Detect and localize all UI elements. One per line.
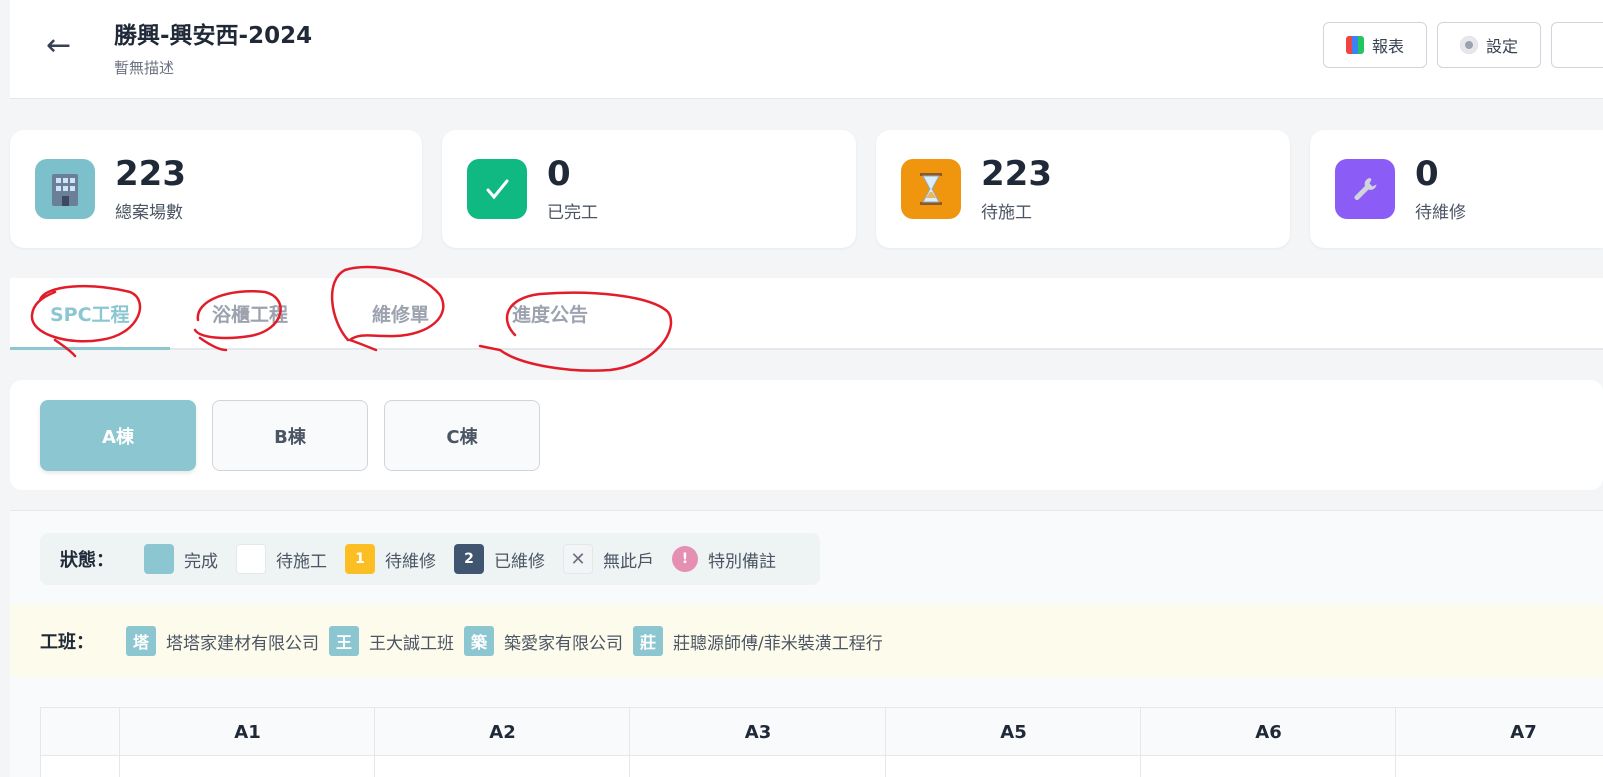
tab-progress-notice[interactable]: 進度公告 (512, 300, 588, 327)
stat-label: 待施工 (981, 203, 1032, 223)
check-icon (467, 159, 527, 219)
gear-icon (1459, 36, 1478, 54)
grid-column-header[interactable]: A7 (1396, 708, 1603, 756)
report-button-label: 報表 (1371, 37, 1404, 56)
grid-column-header[interactable]: A5 (886, 708, 1141, 756)
grid-corner-cell (41, 708, 120, 777)
page-subtitle: 暫無描述 (114, 59, 175, 77)
legend-swatch-note: ! (672, 546, 698, 572)
report-button[interactable]: 報表 (1323, 22, 1427, 68)
stat-card-pending: 223 待施工 (876, 130, 1290, 248)
building-b-button[interactable]: B棟 (212, 400, 368, 471)
building-c-button[interactable]: C棟 (384, 400, 540, 471)
legend-swatch-repair: 1 (345, 544, 375, 574)
grid-column-header[interactable]: A3 (630, 708, 886, 756)
stat-value: 223 (115, 154, 186, 194)
stat-value: 0 (547, 154, 571, 194)
legend-label: 待施工 (276, 551, 327, 572)
unit-grid: A1 A2 A3 A5 A6 A7 (40, 707, 1603, 777)
report-icon (1345, 36, 1364, 54)
page-header: ← 勝興-興安西-2024 暫無描述 報表 設定 (10, 0, 1603, 99)
stat-value: 0 (1415, 154, 1439, 194)
building-a-button[interactable]: A棟 (40, 400, 196, 471)
legend-label: 特別備註 (708, 551, 776, 572)
stat-value: 223 (981, 154, 1052, 194)
teams-title: 工班： (40, 632, 94, 653)
legend-title: 狀態： (60, 550, 114, 571)
stat-label: 待維修 (1415, 203, 1466, 223)
wrench-icon (1335, 159, 1395, 219)
team-name: 王大誠工班 (369, 633, 454, 654)
status-legend: 狀態： 完成 待施工 1 待維修 2 已維修 ✕ 無此戶 ! 特別備註 (40, 533, 820, 585)
building-icon (35, 159, 95, 219)
team-badge: 築 (464, 626, 494, 656)
grid-column-header[interactable]: A2 (375, 708, 630, 756)
teams-bar: 工班： 塔 塔塔家建材有限公司 王 王大誠工班 築 築愛家有限公司 莊 莊聰源師… (10, 605, 1603, 677)
legend-label: 已維修 (494, 551, 545, 572)
legend-swatch-pending (236, 544, 266, 574)
legend-swatch-repaired: 2 (454, 544, 484, 574)
grid-column-header[interactable]: A1 (120, 708, 375, 756)
back-arrow-icon[interactable]: ← (46, 26, 71, 66)
settings-button-label: 設定 (1485, 37, 1518, 56)
page-title: 勝興-興安西-2024 (114, 23, 313, 49)
stat-card-total: 223 總案場數 (10, 130, 422, 248)
stat-card-completed: 0 已完工 (442, 130, 856, 248)
team-name: 莊聰源師傅/菲米裝潢工程行 (673, 633, 883, 654)
stat-label: 總案場數 (115, 203, 183, 223)
hourglass-icon (901, 159, 961, 219)
tab-cabinet[interactable]: 浴櫃工程 (212, 300, 288, 327)
grid-column-header[interactable]: A6 (1141, 708, 1396, 756)
legend-swatch-none: ✕ (563, 544, 593, 574)
team-name: 塔塔家建材有限公司 (166, 633, 319, 654)
building-selector: A棟 B棟 C棟 (10, 380, 1603, 490)
tab-bar: SPC工程 浴櫃工程 維修單 進度公告 (10, 278, 1603, 350)
legend-label: 待維修 (385, 551, 436, 572)
active-tab-indicator (10, 347, 170, 350)
more-button[interactable] (1551, 22, 1603, 68)
legend-swatch-done (144, 544, 174, 574)
team-badge: 塔 (126, 626, 156, 656)
team-badge: 莊 (633, 626, 663, 656)
tab-spc[interactable]: SPC工程 (50, 300, 130, 327)
team-badge: 王 (329, 626, 359, 656)
legend-label: 完成 (184, 551, 218, 572)
legend-label: 無此戶 (603, 551, 654, 572)
stat-card-repair: 0 待維修 (1310, 130, 1603, 248)
settings-button[interactable]: 設定 (1437, 22, 1541, 68)
stat-label: 已完工 (547, 203, 598, 223)
tab-repair-orders[interactable]: 維修單 (372, 300, 429, 327)
team-name: 築愛家有限公司 (504, 633, 623, 654)
